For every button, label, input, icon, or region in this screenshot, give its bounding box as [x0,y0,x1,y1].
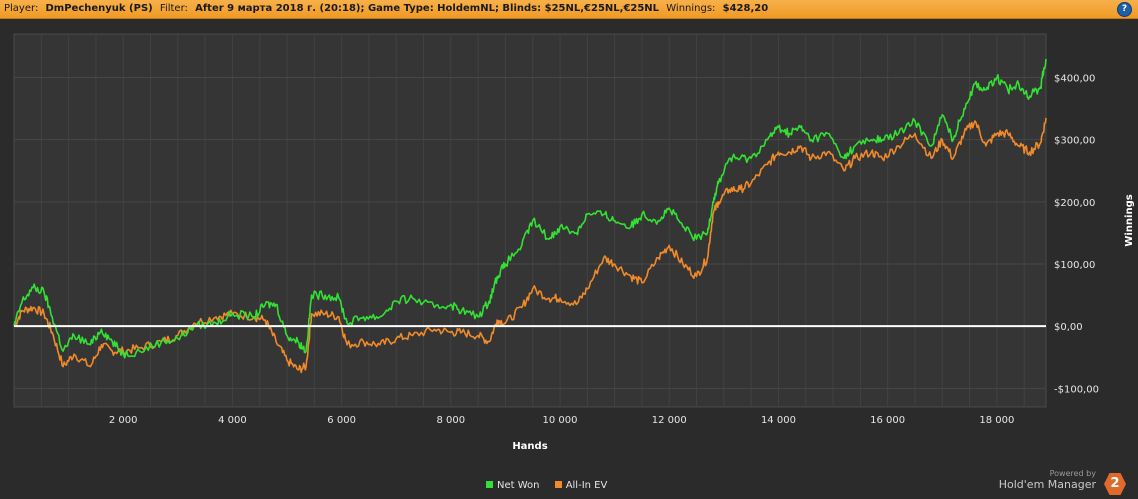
brand-logo: Powered by Hold'em Manager 2 [999,469,1126,495]
player-label: Player: [4,3,39,14]
winnings-chart: 2 000 4 000 6 000 8 000 10 000 12 000 14 000 16… [13,33,1135,452]
help-icon[interactable]: ? [1117,2,1132,17]
filter-label: Filter: [159,3,188,14]
x-tick-label: 10 000 [543,415,578,426]
hm2-logo-icon: 2 [1104,473,1126,495]
report-header-bar: Player: DmPechenyuk (PS) Filter: After 9… [0,0,1138,19]
legend-label-allin-ev: All-In EV [565,480,608,491]
x-tick-label: 16 000 [870,415,905,426]
legend-label-net-won: Net Won [497,480,540,491]
legend-swatch-allin-ev [554,481,562,488]
winnings-label: Winnings: [666,3,716,14]
y-tick-label: $100,00 [1054,260,1095,271]
player-value: DmPechenyuk (PS) [45,3,153,14]
chart-grid [13,33,1047,408]
y-axis-title: Winnings [1124,194,1135,246]
y-tick-label: $0,00 [1054,322,1083,333]
brand-name: Hold'em Manager [998,478,1096,491]
x-tick-label: 2 000 [109,415,138,426]
y-tick-label: $300,00 [1054,136,1095,147]
x-tick-label: 12 000 [652,415,687,426]
y-axis-ticks: -$100,00 $0,00 $100,00 $200,00 $300,00 $400,0… [1054,74,1099,396]
x-tick-label: 4 000 [218,415,247,426]
y-tick-label: -$100,00 [1054,384,1099,395]
legend-item-allin-ev[interactable]: All-In EV [554,480,608,491]
winnings-value: $428,20 [722,3,769,14]
powered-by-text: Powered by [1049,469,1096,478]
chart-legend: Net Won All-In EV [486,480,619,491]
x-tick-label: 14 000 [761,415,796,426]
x-tick-label: 6 000 [327,415,356,426]
plot-area [13,33,1047,408]
x-axis-title: Hands [512,441,547,452]
y-tick-label: $200,00 [1054,198,1095,209]
legend-swatch-net-won [486,481,493,488]
x-tick-label: 18 000 [979,415,1014,426]
legend-item-net-won[interactable]: Net Won [486,480,540,491]
y-tick-label: $400,00 [1054,74,1095,85]
filter-value: After 9 марта 2018 г. (20:18); Game Type… [195,3,660,14]
x-axis-ticks: 2 000 4 000 6 000 8 000 10 000 12 000 14 000 16… [109,415,1014,426]
x-tick-label: 8 000 [437,415,466,426]
